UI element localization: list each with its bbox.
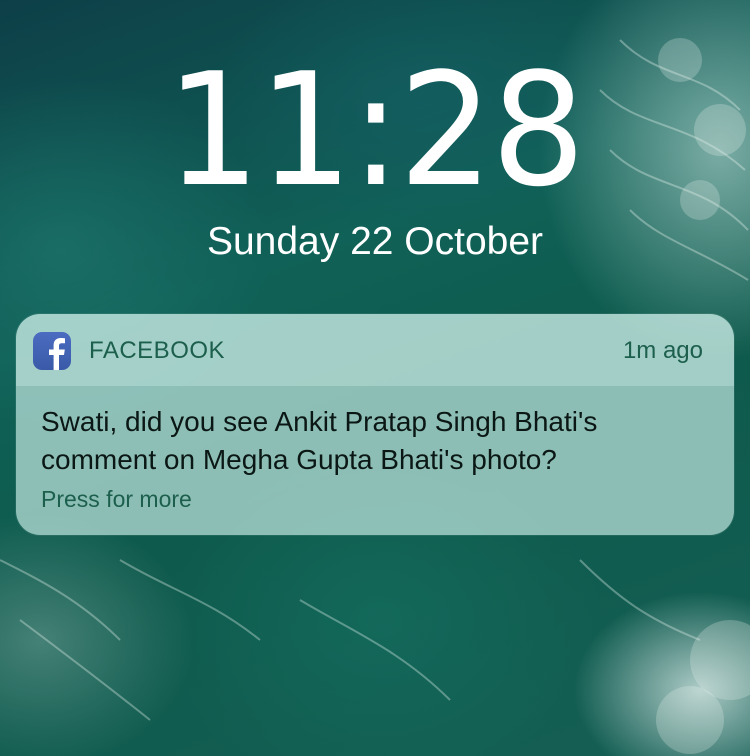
notification-message-line2: comment on Megha Gupta Bhati's photo?: [41, 444, 557, 475]
lock-screen-time: 11:28: [166, 39, 585, 221]
notification-card[interactable]: FACEBOOK 1m ago Swati, did you see Ankit…: [16, 314, 734, 535]
notification-app-name: FACEBOOK: [89, 337, 226, 364]
notification-timestamp: 1m ago: [622, 337, 703, 364]
facebook-icon: [33, 332, 71, 370]
press-for-more-hint: Press for more: [41, 486, 192, 512]
notification-message-line1: Swati, did you see Ankit Pratap Singh Bh…: [41, 406, 598, 437]
lock-screen-date: Sunday 22 October: [206, 220, 544, 263]
